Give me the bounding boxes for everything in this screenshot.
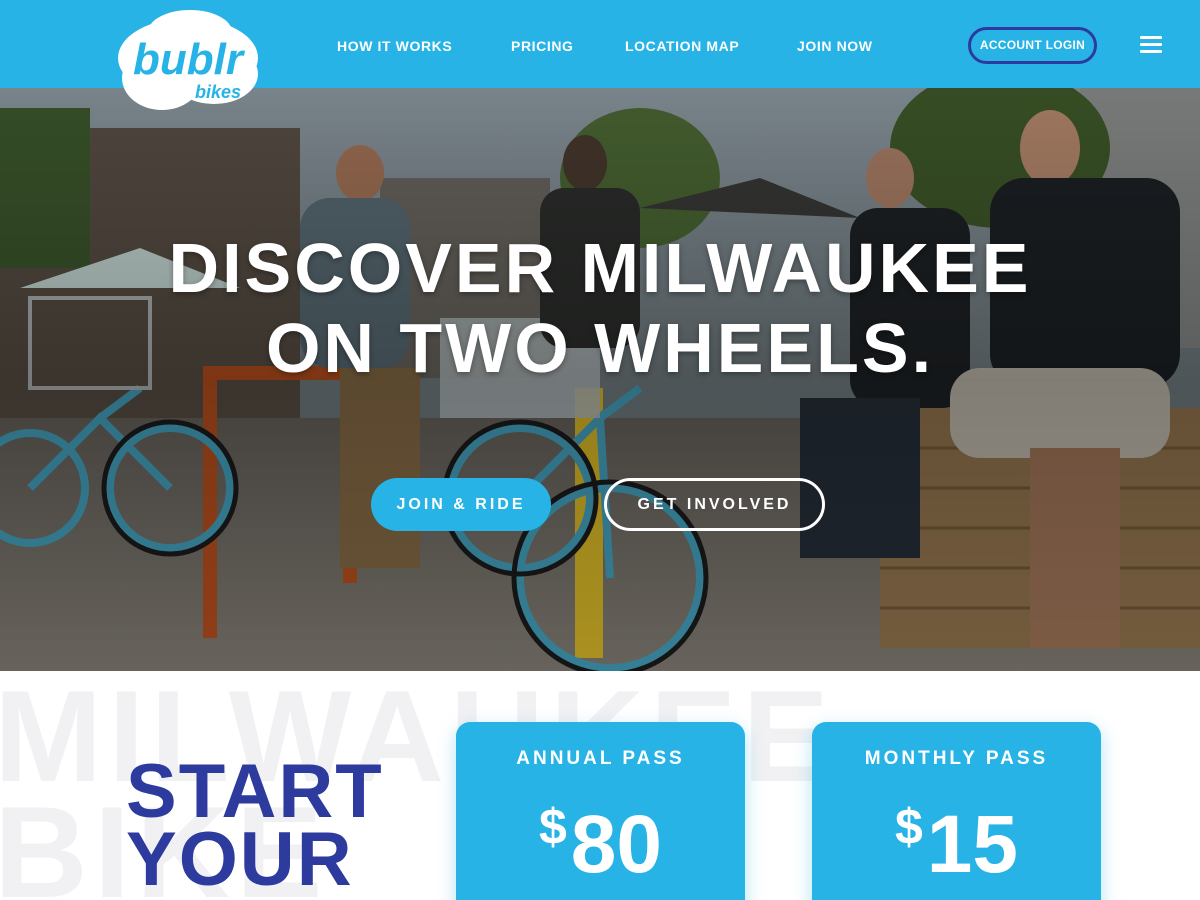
currency-symbol: $ [894, 799, 923, 855]
account-login-button[interactable]: ACCOUNT LOGIN [968, 27, 1097, 64]
start-heading-line2: YOUR [126, 817, 354, 900]
nav-join-now[interactable]: JOIN NOW [797, 38, 873, 54]
annual-pass-card[interactable]: ANNUAL PASS $80 [456, 722, 745, 900]
price-amount: 80 [570, 799, 663, 890]
logo-main-text: bublr [133, 35, 246, 84]
bublr-bikes-logo[interactable]: bublr bikes [112, 8, 264, 120]
pass-price: $15 [812, 799, 1101, 900]
nav-location-map[interactable]: LOCATION MAP [625, 38, 739, 54]
currency-symbol: $ [538, 799, 567, 855]
pass-title: ANNUAL PASS [516, 748, 685, 769]
pass-price: $80 [456, 799, 745, 900]
hero-headline-line1: DISCOVER MILWAUKEE [168, 229, 1032, 307]
price-amount: 15 [926, 799, 1019, 890]
nav-pricing[interactable]: PRICING [511, 38, 574, 54]
hero-headline-line2: ON TWO WHEELS. [265, 309, 935, 387]
hero-headline: DISCOVER MILWAUKEE ON TWO WHEELS. [0, 228, 1200, 388]
join-and-ride-button[interactable]: JOIN & RIDE [371, 478, 551, 531]
site-header: bublr bikes HOW IT WORKS PRICING LOCATIO… [0, 0, 1200, 110]
hamburger-menu-icon[interactable] [1140, 34, 1164, 54]
nav-how-it-works[interactable]: HOW IT WORKS [337, 38, 452, 54]
pass-title: MONTHLY PASS [864, 748, 1049, 769]
logo-sub-text: bikes [195, 82, 241, 102]
get-involved-button[interactable]: GET INVOLVED [604, 478, 825, 531]
start-your-heading: START YOUR [126, 754, 384, 898]
monthly-pass-card[interactable]: MONTHLY PASS $15 [812, 722, 1101, 900]
hero-section: DISCOVER MILWAUKEE ON TWO WHEELS. JOIN &… [0, 88, 1200, 671]
